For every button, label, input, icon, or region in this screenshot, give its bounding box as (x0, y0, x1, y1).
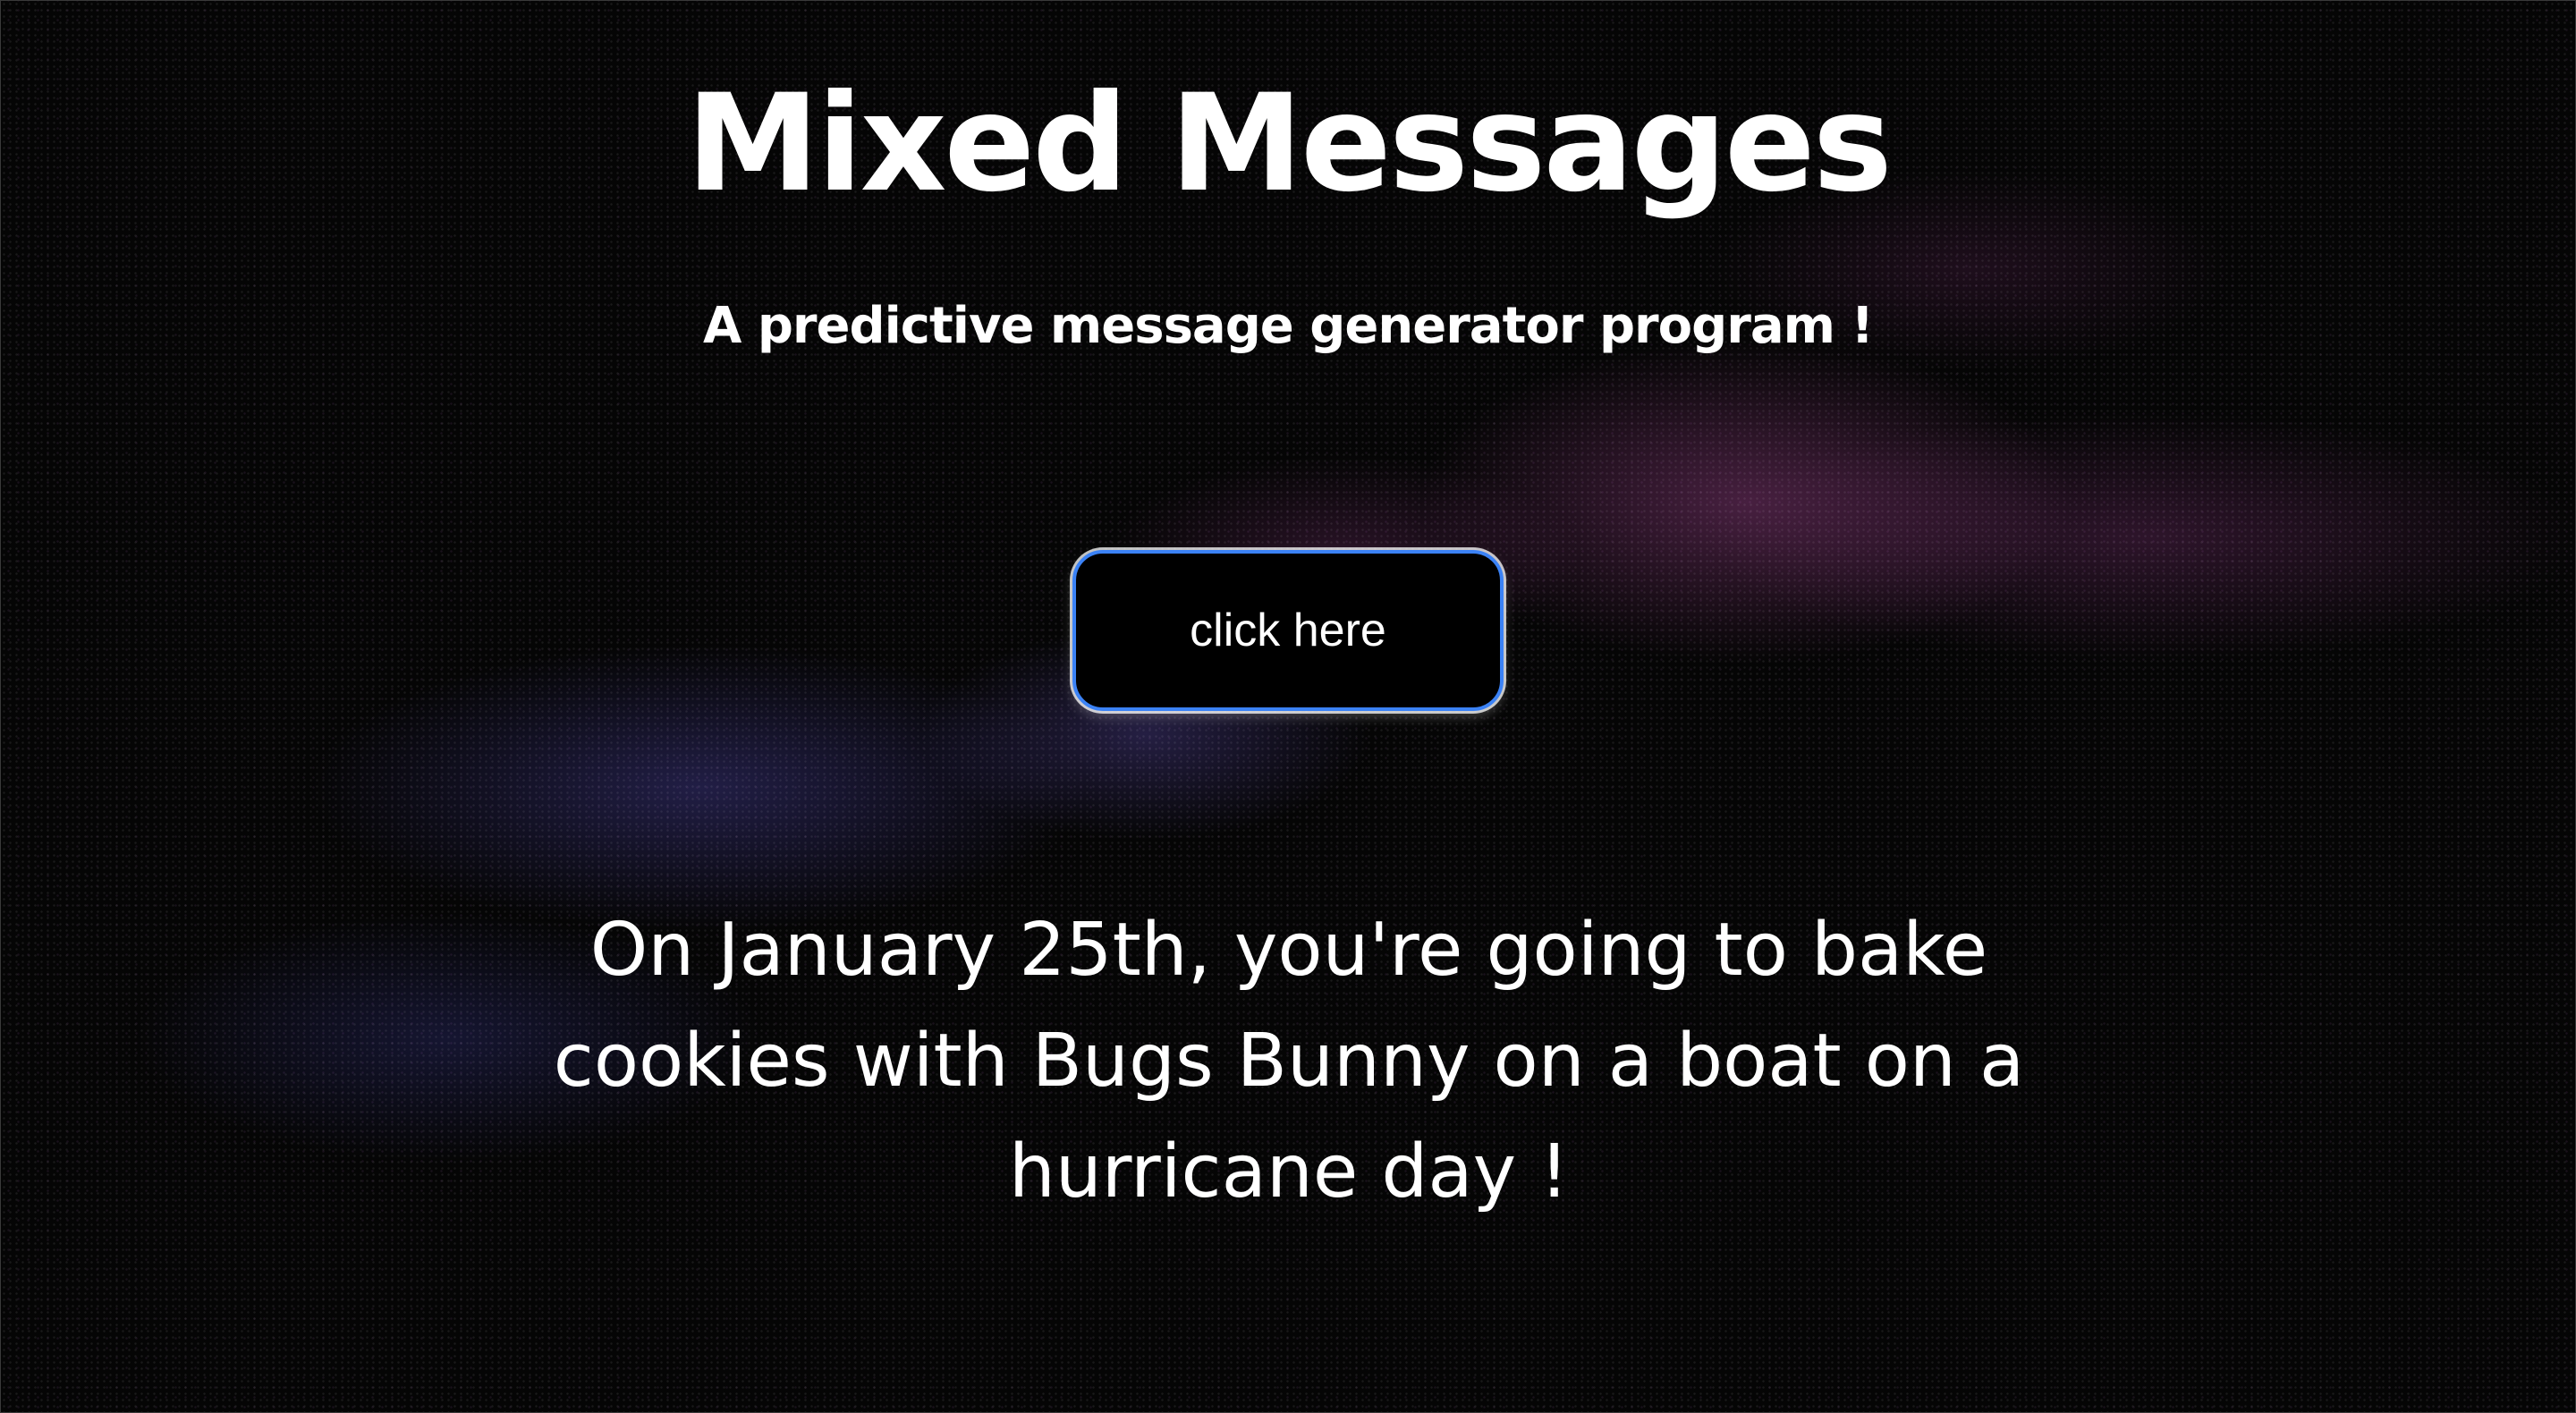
generated-message: On January 25th, you're going to bake co… (553, 908, 2025, 1214)
page: Mixed Messages A predictive message gene… (0, 0, 2576, 1413)
page-title: Mixed Messages (686, 66, 1893, 222)
page-subtitle: A predictive message generator program ! (702, 297, 1874, 355)
generate-message-button[interactable]: click here (1072, 550, 1504, 711)
